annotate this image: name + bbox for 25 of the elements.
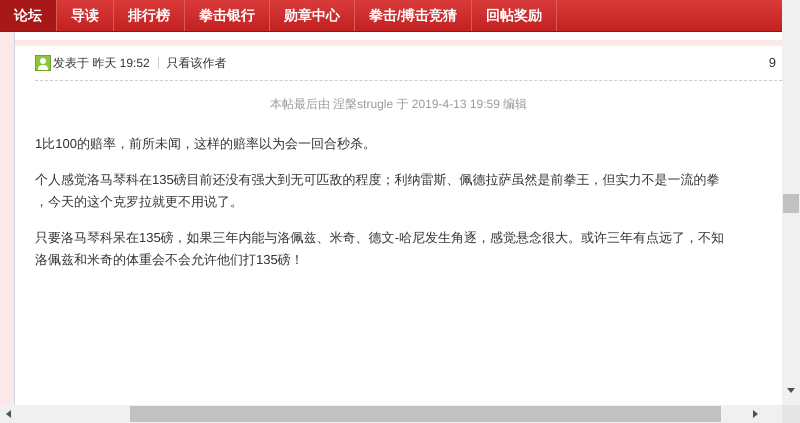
left-arrow-icon[interactable] — [6, 410, 11, 418]
scroll-thumb[interactable] — [130, 406, 721, 422]
scroll-thumb[interactable] — [783, 194, 799, 213]
post-time: 发表于 昨天 19:52 — [53, 55, 150, 72]
nav-tab[interactable]: 勋章中心 — [270, 0, 355, 31]
author-only-link[interactable]: 只看该作者 — [158, 57, 227, 69]
nav-tab[interactable]: 回帖奖励 — [472, 0, 557, 31]
nav-tab[interactable]: 拳击银行 — [185, 0, 270, 31]
post-text-line: 个人感觉洛马琴科在135磅目前还没有强大到无可匹敌的程度；利纳雷斯、佩德拉萨虽然是前拳王，但实力不是一流的拳 — [35, 171, 720, 189]
scrollbar-corner — [782, 405, 800, 423]
nav-tab[interactable]: 论坛 — [0, 0, 57, 31]
vertical-scrollbar[interactable] — [782, 0, 800, 405]
post-text-line: 1比100的赔率，前所未闻，这样的赔率以为会一回合秒杀。 — [35, 135, 376, 153]
nav-tab[interactable]: 排行榜 — [114, 0, 185, 31]
nav-tab[interactable]: 拳击/搏击竞猜 — [355, 0, 472, 31]
post-text-line: ，今天的这个克罗拉就更不用说了。 — [35, 193, 243, 211]
floor-number: 9 — [768, 54, 776, 72]
edit-note: 本帖最后由 涅槃strugle 于 2019-4-13 19:59 编辑 — [270, 96, 528, 113]
right-arrow-icon[interactable] — [753, 410, 758, 418]
horizontal-scrollbar[interactable] — [0, 405, 782, 423]
nav-tab[interactable]: 导读 — [57, 0, 114, 31]
post-text-line: 洛佩兹和米奇的体重会不会允许他们打135磅！ — [35, 251, 304, 269]
post-text-line: 只要洛马琴科呆在135磅，如果三年内能与洛佩兹、米奇、德文-哈尼发生角逐，感觉悬念很大。或许三年有点远了，不知 — [35, 229, 724, 247]
user-icon — [35, 55, 51, 71]
down-arrow-icon[interactable] — [787, 388, 795, 393]
